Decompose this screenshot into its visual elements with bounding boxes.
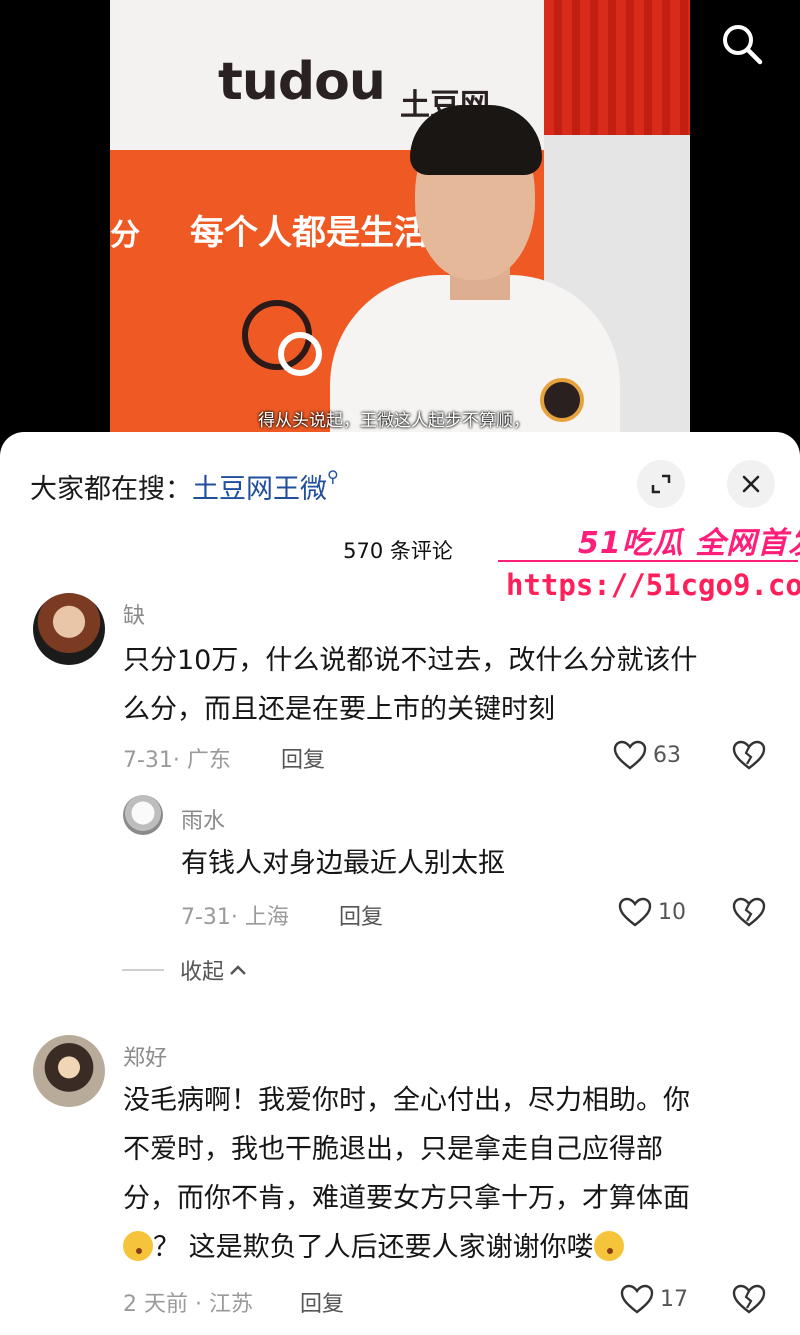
- red-curtain: [544, 0, 690, 135]
- expand-icon: [651, 474, 671, 494]
- emoji-icon: [593, 1231, 624, 1261]
- collapse-label: 收起: [180, 960, 225, 985]
- reply-button[interactable]: 回复: [300, 1286, 344, 1318]
- dislike-button[interactable]: [732, 1284, 766, 1318]
- collapse-replies[interactable]: 收起: [122, 954, 248, 986]
- person-hair: [410, 105, 542, 175]
- dislike-button[interactable]: [732, 897, 766, 931]
- close-icon: [742, 475, 760, 493]
- watermark-brand: 51吃瓜 全网首发: [578, 526, 800, 561]
- comment-line-last: ？ 这是欺负了人后还要人家谢谢你喽: [123, 1223, 690, 1272]
- banner-slogan: 每个人都是生活: [190, 213, 428, 253]
- comment-line: 么分，而且还是在要上市的关键时刻: [123, 694, 555, 725]
- broken-heart-icon: [732, 740, 766, 770]
- banner-side-char: 分: [110, 218, 140, 253]
- broken-heart-icon: [732, 1284, 766, 1314]
- reply-button[interactable]: 回复: [339, 899, 383, 931]
- watermark: 51吃瓜 全网首发 https://51cgo9.com: [498, 510, 800, 610]
- search-small-icon: ⚲: [327, 467, 339, 486]
- reply-button[interactable]: 回复: [281, 742, 325, 774]
- magnifier-deco-icon: [278, 332, 322, 376]
- comment-username[interactable]: 缺: [123, 598, 145, 630]
- like-button[interactable]: 10: [618, 897, 686, 927]
- like-count: 10: [658, 899, 686, 925]
- close-button[interactable]: [727, 460, 775, 508]
- emoji-icon: [123, 1231, 153, 1261]
- comment-meta: 2 天前 · 江苏: [123, 1292, 253, 1317]
- reply-username[interactable]: 雨水: [181, 803, 225, 835]
- expand-button[interactable]: [637, 460, 685, 508]
- search-icon: [723, 25, 763, 65]
- badge-icon: [540, 378, 584, 422]
- like-button[interactable]: 63: [613, 740, 681, 770]
- trending-search-prefix: 大家都在搜：: [30, 474, 192, 505]
- comment-line: ？ 这是欺负了人后还要人家谢谢你喽: [153, 1232, 594, 1263]
- comment-line: 不爱时，我也干脆退出，只是拿走自己应得部: [123, 1134, 663, 1165]
- reply-text: 有钱人对身边最近人别太抠: [181, 848, 505, 879]
- watermark-url: https://51cgo9.com: [506, 568, 800, 602]
- broken-heart-icon: [732, 897, 766, 927]
- reply-meta: 7-31· 上海: [181, 905, 289, 930]
- like-button[interactable]: 17: [620, 1284, 688, 1314]
- comment-username[interactable]: 郑好: [123, 1040, 167, 1072]
- comment-meta: 7-31· 广东: [123, 748, 231, 773]
- comment-line: 没毛病啊！我爱你时，全心付出，尽力相助。你: [123, 1085, 690, 1116]
- comment-line: 只分10万，什么说都说不过去，改什么分就该什: [123, 645, 698, 676]
- avatar[interactable]: [123, 795, 163, 835]
- video-frame: tudou 土豆网 分 每个人都是生活: [110, 0, 690, 440]
- comment-text: 只分10万，什么说都说不过去，改什么分就该什 么分，而且还是在要上市的关键时刻: [123, 636, 697, 734]
- trending-search: 大家都在搜：土豆网王微⚲: [30, 467, 339, 506]
- like-count: 63: [653, 742, 681, 768]
- dislike-button[interactable]: [732, 740, 766, 774]
- avatar[interactable]: [33, 1035, 105, 1107]
- tudou-logo: tudou: [218, 52, 386, 112]
- avatar[interactable]: [33, 593, 105, 665]
- divider: [122, 969, 164, 971]
- comment-count-text: 570 条评论: [343, 539, 453, 563]
- comment-text: 没毛病啊！我爱你时，全心付出，尽力相助。你 不爱时，我也干脆退出，只是拿走自己应…: [123, 1076, 690, 1272]
- heart-icon: [618, 897, 652, 927]
- heart-icon: [613, 740, 647, 770]
- watermark-line: [498, 560, 798, 562]
- search-button[interactable]: [718, 20, 766, 68]
- like-count: 17: [660, 1286, 688, 1312]
- chevron-up-icon: [230, 965, 246, 975]
- video-player[interactable]: tudou 土豆网 分 每个人都是生活 得从头说起，王微这人起步不算顺，: [0, 0, 800, 450]
- heart-icon: [620, 1284, 654, 1314]
- comment-line: 分，而你不肯，难道要女方只拿十万，才算体面: [123, 1183, 690, 1214]
- trending-search-link[interactable]: 土豆网王微: [192, 474, 327, 505]
- video-subtitle: 得从头说起，王微这人起步不算顺，: [258, 411, 530, 431]
